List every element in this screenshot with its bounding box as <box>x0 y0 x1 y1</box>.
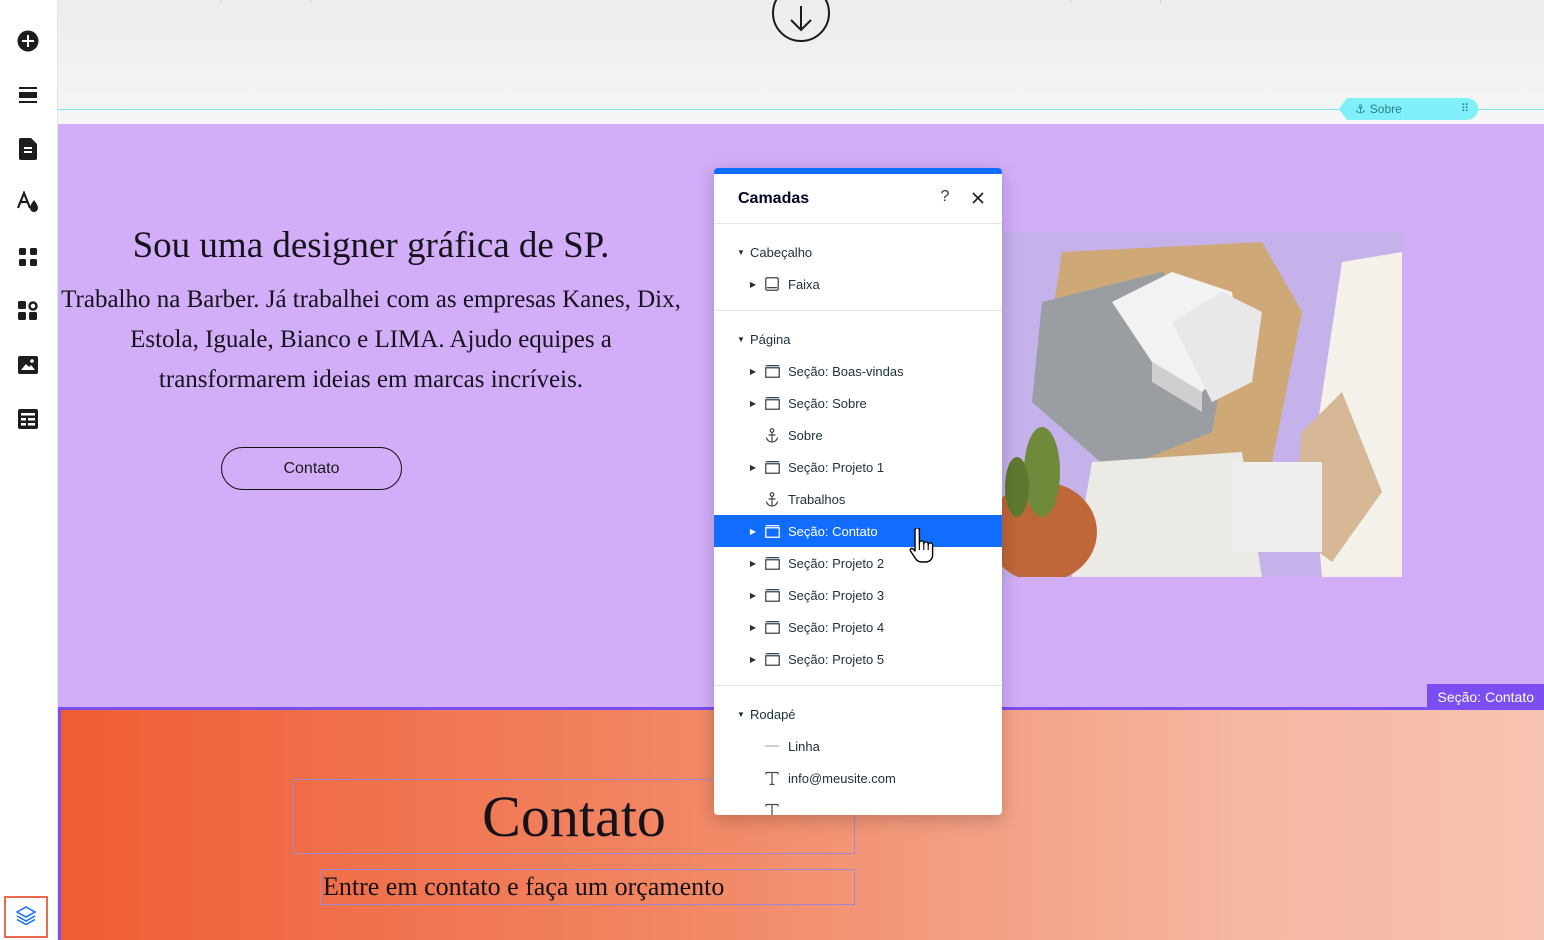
add-apps-icon[interactable] <box>14 243 42 271</box>
hand-cursor-icon <box>908 527 934 569</box>
text-icon <box>764 802 780 815</box>
layer-group-header[interactable]: ▼ Página <box>714 323 1002 355</box>
ruler-tick <box>1160 0 1161 3</box>
caret-right-icon[interactable]: ▶ <box>748 462 758 472</box>
anchor-tag-sobre[interactable]: ⚓ Sobre ⠿ <box>1339 98 1478 120</box>
caret-right-icon[interactable]: ▶ <box>748 590 758 600</box>
layers-panel: Camadas ? ▼ Cabeçalho ▶ Faixa ▼ Página ▶ Seção:… <box>714 168 1002 815</box>
anchor-icon <box>764 427 780 443</box>
layer-item[interactable]: ▶ Faixa <box>714 268 1002 300</box>
section-icon <box>764 619 780 635</box>
layer-group: ▼ Cabeçalho ▶ Faixa <box>714 224 1002 311</box>
layer-item-label: Seção: Sobre <box>788 395 867 411</box>
layer-group-header[interactable]: ▼ Cabeçalho <box>714 236 1002 268</box>
anchor-line <box>58 109 1544 110</box>
ruler-tick <box>310 0 311 3</box>
layer-item-label: Seção: Projeto 2 <box>788 555 885 571</box>
caret-right-icon[interactable]: ▶ <box>748 279 758 289</box>
layer-item[interactable] <box>714 794 1002 815</box>
caret-right-icon[interactable]: ▶ <box>748 654 758 664</box>
layers-tree: ▼ Cabeçalho ▶ Faixa ▼ Página ▶ Seção: Boas-vind… <box>714 224 1002 815</box>
layer-group: ▼ Página ▶ Seção: Boas-vindas ▶ Seção: Sobre S… <box>714 311 1002 686</box>
layer-group-label: Página <box>750 331 791 347</box>
welcome-section-bottom[interactable] <box>58 0 1544 124</box>
section-icon <box>764 395 780 411</box>
anchor-icon: ⚓ <box>1355 102 1366 116</box>
layer-group-label: Cabeçalho <box>750 244 813 260</box>
layer-item-label: info@meusite.com <box>788 770 896 786</box>
editor-left-toolbar <box>0 0 58 940</box>
layers-button[interactable] <box>4 896 48 938</box>
layer-item[interactable]: info@meusite.com <box>714 762 1002 794</box>
section-icon <box>764 523 780 539</box>
caret-down-icon[interactable]: ▼ <box>736 334 746 344</box>
layer-item[interactable]: ▶ Seção: Projeto 4 <box>714 611 1002 643</box>
help-icon[interactable]: ? <box>936 188 954 208</box>
anchor-tag-label: Sobre <box>1369 102 1402 116</box>
layer-item-label: Seção: Boas-vindas <box>788 363 904 379</box>
hero-image[interactable] <box>1002 232 1402 577</box>
layers-panel-header: Camadas ? <box>714 174 1002 224</box>
layer-item[interactable]: ▶ Seção: Sobre <box>714 387 1002 419</box>
layer-group-header[interactable]: ▼ Rodapé <box>714 698 1002 730</box>
caret-right-icon[interactable]: ▶ <box>748 366 758 376</box>
add-elements-icon[interactable] <box>14 27 42 55</box>
add-section-icon[interactable] <box>14 81 42 109</box>
layer-item-label: Seção: Projeto 4 <box>788 619 885 635</box>
caret-down-icon[interactable]: ▼ <box>736 247 746 257</box>
layer-item[interactable]: ▶ Seção: Projeto 5 <box>714 643 1002 675</box>
section-icon <box>764 587 780 603</box>
media-icon[interactable] <box>14 351 42 379</box>
layer-item[interactable]: ▶ Seção: Projeto 2 <box>714 547 1002 579</box>
business-tools-icon[interactable] <box>14 297 42 325</box>
layer-item-label: Seção: Projeto 5 <box>788 651 885 667</box>
section-icon <box>764 363 780 379</box>
site-design-icon[interactable] <box>14 188 42 216</box>
layer-item-label: Linha <box>788 738 820 754</box>
hero-title: Sou uma designer gráfica de SP. <box>132 225 610 266</box>
text-icon <box>764 770 780 786</box>
line-icon <box>764 738 780 754</box>
section-tag-contato[interactable]: Seção: Contato <box>1427 684 1544 710</box>
layer-item[interactable]: Trabalhos <box>714 483 1002 515</box>
layer-item[interactable]: ▶ Seção: Contato <box>714 515 1002 547</box>
ruler-tick <box>220 0 221 3</box>
layer-item-label: Seção: Contato <box>788 523 878 539</box>
caret-down-icon[interactable]: ▼ <box>736 709 746 719</box>
layer-item-label: Seção: Projeto 3 <box>788 587 885 603</box>
layer-item[interactable]: ▶ Seção: Projeto 3 <box>714 579 1002 611</box>
layer-item[interactable]: ▶ Seção: Projeto 1 <box>714 451 1002 483</box>
layer-item-label: Faixa <box>788 276 820 292</box>
section-icon <box>764 459 780 475</box>
caret-right-icon[interactable]: ▶ <box>748 526 758 536</box>
strip-icon <box>764 276 780 292</box>
drag-handle-icon[interactable]: ⠿ <box>1461 102 1469 115</box>
cms-icon[interactable] <box>14 405 42 433</box>
pages-menu-icon[interactable] <box>14 135 42 163</box>
caret-right-icon[interactable]: ▶ <box>748 398 758 408</box>
contact-subtitle[interactable]: Entre em contato e faça um orçamento <box>320 869 855 905</box>
caret-right-icon[interactable]: ▶ <box>748 558 758 568</box>
caret-right-icon[interactable]: ▶ <box>748 622 758 632</box>
hero-body: Trabalho na Barber. Já trabalhei com as … <box>61 286 681 393</box>
contact-button[interactable]: Contato <box>221 447 402 490</box>
section-icon <box>764 651 780 667</box>
anchor-icon <box>764 491 780 507</box>
layer-item[interactable]: Linha <box>714 730 1002 762</box>
hero-text-block[interactable]: Sou uma designer gráfica de SP. Trabalho… <box>58 224 684 400</box>
layer-group-label: Rodapé <box>750 706 796 722</box>
scroll-down-icon[interactable] <box>772 0 830 42</box>
layer-item[interactable]: Sobre <box>714 419 1002 451</box>
layer-item-label: Seção: Projeto 1 <box>788 459 885 475</box>
layer-item-label: Trabalhos <box>788 491 846 507</box>
ruler-tick <box>1070 0 1071 3</box>
layer-item-label: Sobre <box>788 427 823 443</box>
layer-group: ▼ Rodapé Linha info@meusite.com <box>714 686 1002 815</box>
section-icon <box>764 555 780 571</box>
layer-item[interactable]: ▶ Seção: Boas-vindas <box>714 355 1002 387</box>
layers-panel-title: Camadas <box>738 189 810 207</box>
layers-icon <box>15 905 37 930</box>
close-icon[interactable] <box>968 188 988 208</box>
